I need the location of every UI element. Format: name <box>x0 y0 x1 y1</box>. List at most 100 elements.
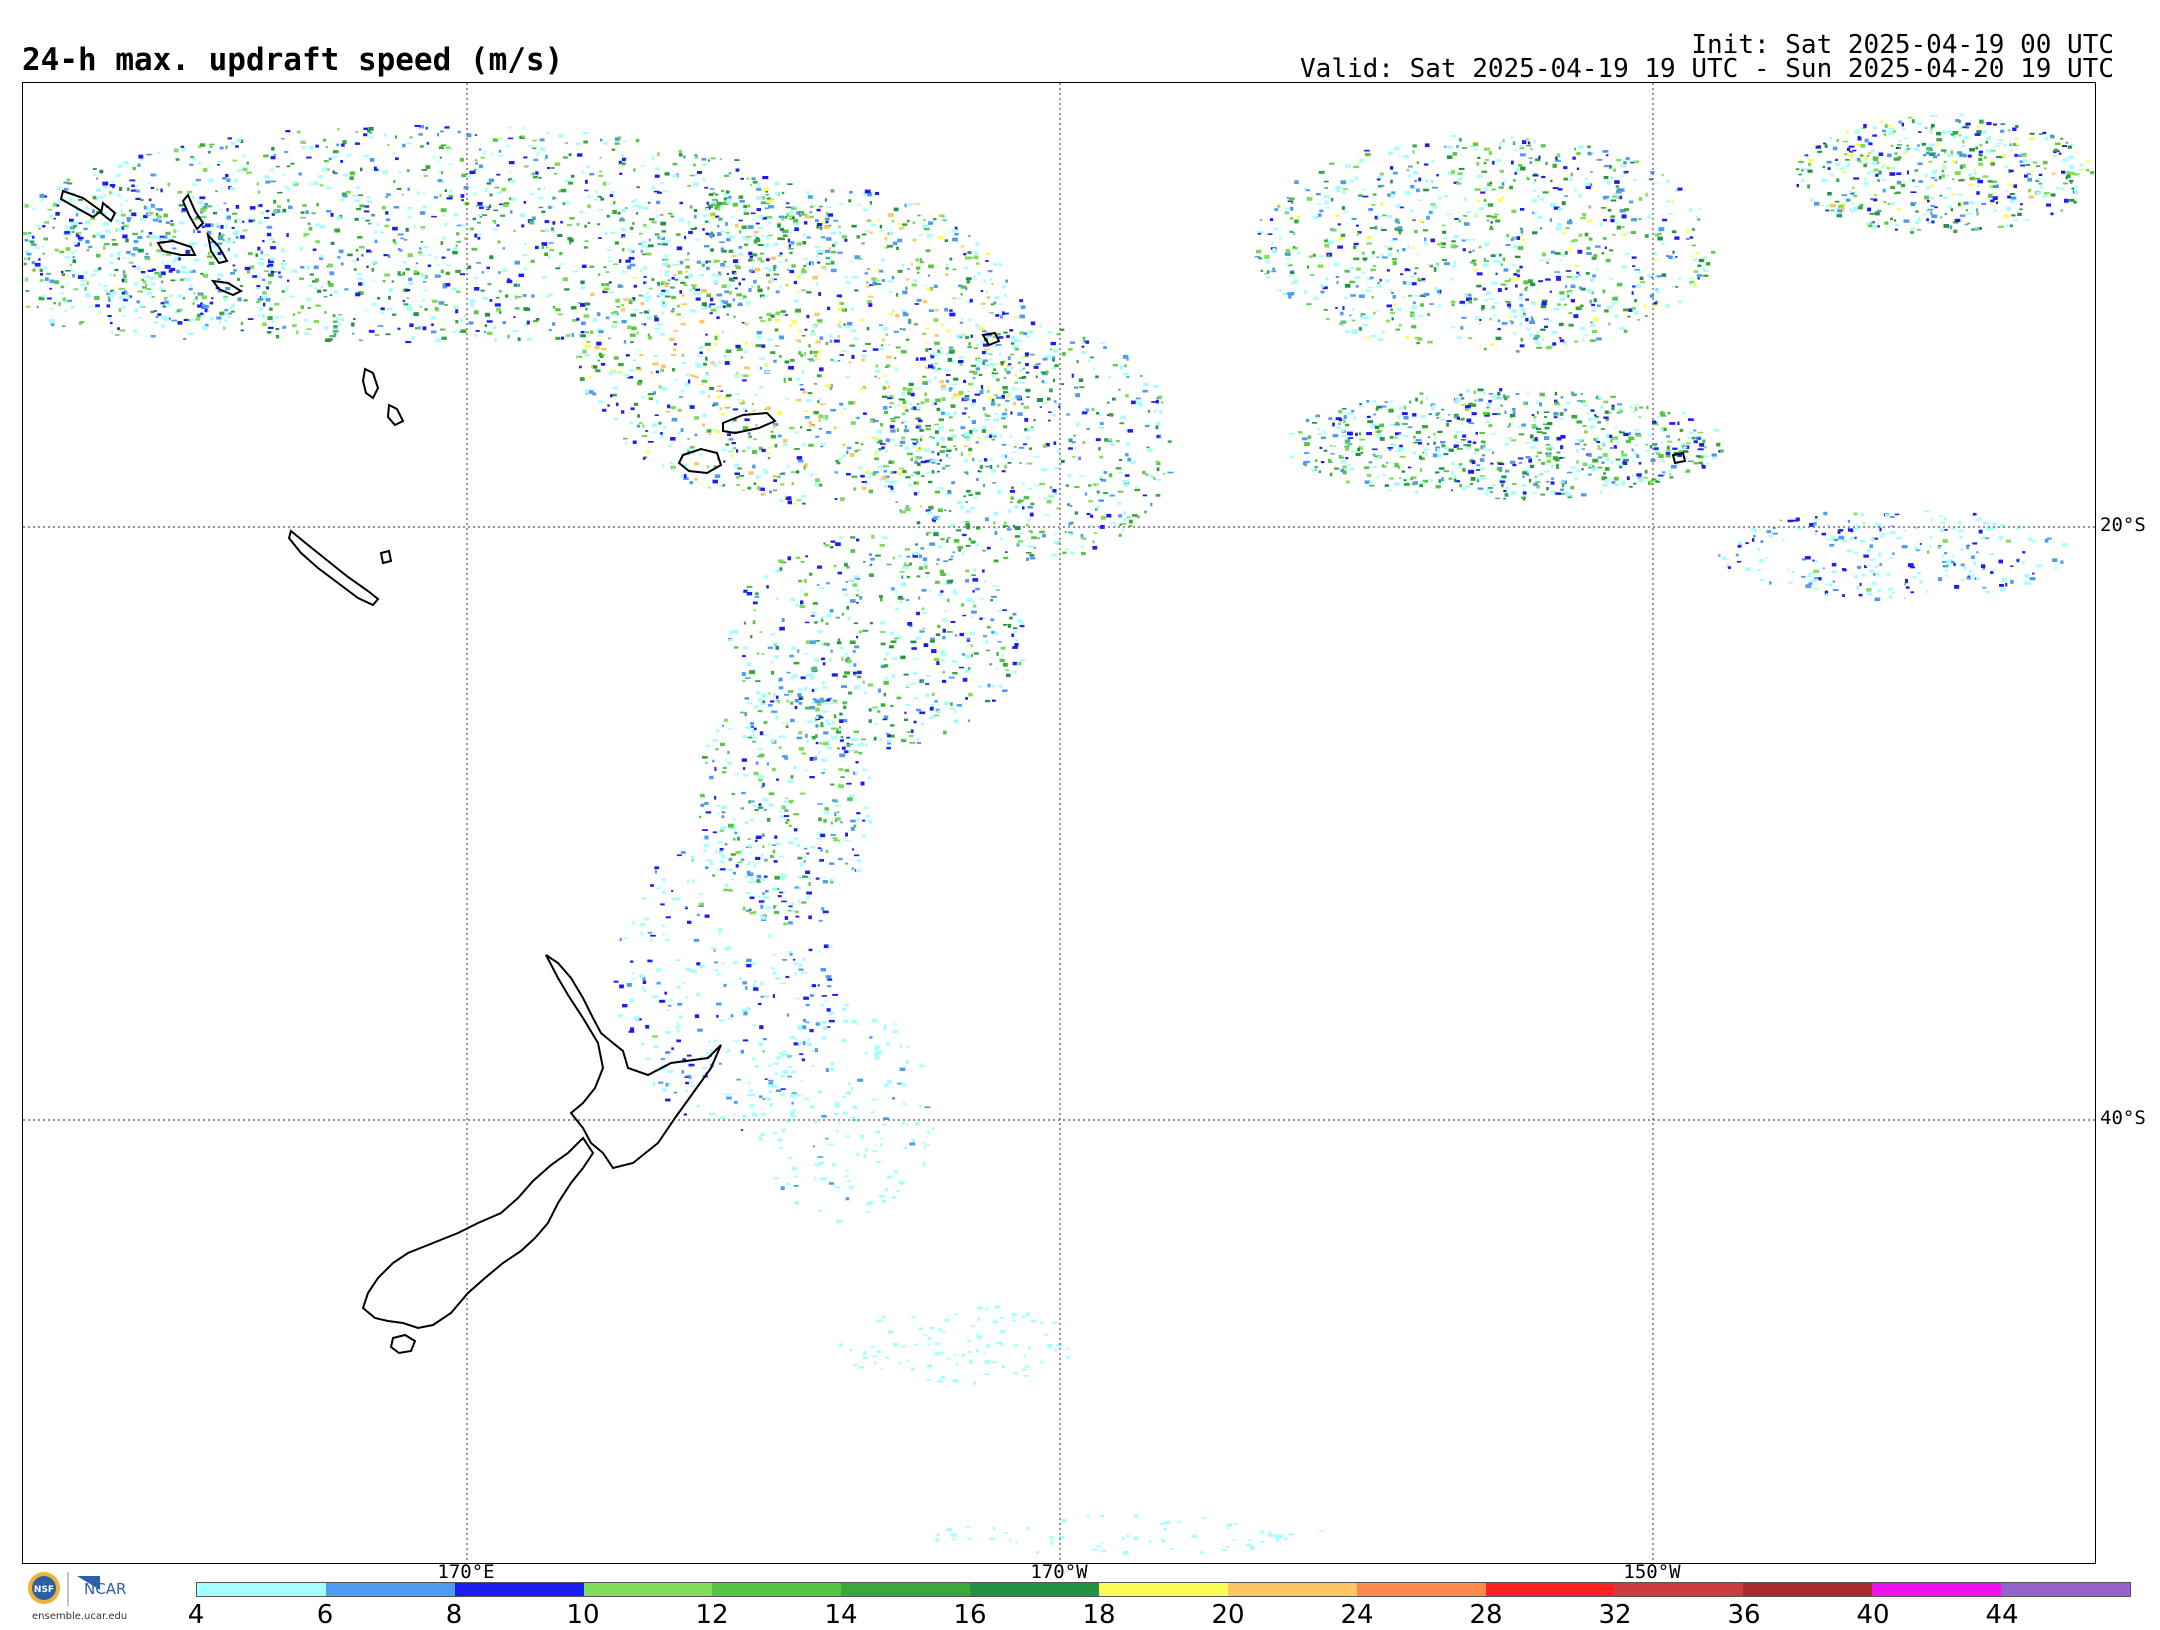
updraft-cell <box>750 184 752 186</box>
updraft-cell <box>1028 506 1034 509</box>
updraft-cell <box>773 243 778 246</box>
updraft-cell <box>968 319 971 322</box>
updraft-cell <box>1497 392 1500 396</box>
updraft-cell <box>760 253 764 255</box>
updraft-cell <box>752 403 754 405</box>
updraft-cell <box>1587 289 1592 293</box>
updraft-cell <box>1479 246 1482 249</box>
updraft-cell <box>1369 461 1373 463</box>
updraft-cell <box>331 242 335 245</box>
updraft-cell <box>1918 219 1921 222</box>
updraft-cell <box>1466 389 1470 392</box>
updraft-cell <box>729 438 734 440</box>
updraft-cell <box>971 404 976 406</box>
updraft-cell <box>1582 213 1586 217</box>
updraft-cell <box>961 318 964 320</box>
updraft-cell <box>954 233 958 236</box>
updraft-cell <box>1977 125 1980 129</box>
updraft-cell <box>1969 201 1975 204</box>
updraft-cell <box>968 453 971 456</box>
updraft-cell <box>1123 511 1126 515</box>
updraft-cell <box>733 298 735 301</box>
map-panel[interactable] <box>22 82 2096 1564</box>
updraft-cell <box>979 374 983 376</box>
updraft-cell <box>1147 448 1152 452</box>
updraft-cell <box>1975 178 1979 180</box>
updraft-cell <box>532 148 536 150</box>
updraft-cell <box>958 360 964 363</box>
updraft-cell <box>1488 203 1493 207</box>
updraft-cell <box>639 295 643 297</box>
updraft-cell <box>727 273 729 275</box>
updraft-cell <box>1529 479 1531 483</box>
updraft-cell <box>490 299 493 302</box>
updraft-cell <box>1931 124 1935 128</box>
updraft-cell <box>977 437 981 439</box>
updraft-cell <box>744 418 749 421</box>
updraft-cell <box>820 336 824 340</box>
updraft-cell <box>1493 315 1496 317</box>
updraft-cell <box>1354 176 1358 179</box>
updraft-cell <box>329 158 332 161</box>
updraft-cell <box>456 232 459 235</box>
updraft-cell <box>411 336 415 340</box>
updraft-cell <box>965 256 970 259</box>
updraft-cell <box>951 383 957 385</box>
updraft-cell <box>1319 470 1321 473</box>
updraft-cell <box>580 211 584 214</box>
updraft-cell <box>932 470 935 474</box>
updraft-cell <box>102 182 108 186</box>
updraft-cell <box>1352 331 1358 335</box>
updraft-cell <box>1616 190 1622 194</box>
updraft-cell <box>757 285 760 288</box>
updraft-cell <box>942 467 946 469</box>
updraft-cell <box>1119 534 1122 537</box>
updraft-cell <box>356 273 362 275</box>
updraft-cell <box>1576 272 1579 274</box>
updraft-cell <box>965 395 970 397</box>
updraft-cell <box>1010 411 1012 414</box>
updraft-cell <box>699 346 704 350</box>
updraft-cell <box>1492 216 1497 219</box>
updraft-cell <box>564 288 569 290</box>
updraft-cell <box>1037 398 1043 402</box>
updraft-cell <box>1555 252 1561 255</box>
updraft-cell <box>1439 479 1441 483</box>
updraft-cell <box>1821 204 1825 206</box>
updraft-cell <box>945 264 949 266</box>
updraft-cell <box>1392 258 1397 261</box>
updraft-cell <box>262 291 267 295</box>
updraft-cell <box>1075 393 1080 397</box>
updraft-cell <box>1586 186 1591 189</box>
updraft-cell <box>897 428 899 432</box>
updraft-cell <box>292 324 297 327</box>
updraft-cell <box>1836 178 1839 182</box>
updraft-cell <box>377 223 379 226</box>
updraft-cell <box>873 348 879 351</box>
updraft-cell <box>355 218 359 221</box>
updraft-cell <box>441 241 444 245</box>
updraft-cell <box>892 220 894 223</box>
updraft-cell <box>2055 143 2061 145</box>
updraft-cell <box>905 204 907 208</box>
updraft-cell <box>1509 423 1511 426</box>
updraft-cell <box>291 269 297 272</box>
updraft-cell <box>910 474 914 477</box>
updraft-cell <box>809 211 812 213</box>
updraft-cell <box>1505 493 1509 497</box>
updraft-cell <box>938 487 944 489</box>
updraft-cell <box>1616 221 1620 223</box>
updraft-cell <box>785 259 787 262</box>
updraft-cell <box>2052 173 2056 175</box>
updraft-cell <box>1413 442 1418 444</box>
updraft-cell <box>1264 255 1269 259</box>
updraft-cell <box>1405 269 1411 271</box>
updraft-cell <box>41 199 44 201</box>
updraft-cell <box>1619 327 1624 330</box>
updraft-cell <box>1610 439 1612 443</box>
updraft-cell <box>1540 393 1545 397</box>
updraft-cell <box>1490 318 1492 321</box>
updraft-cell <box>762 176 768 179</box>
updraft-cell <box>968 235 971 237</box>
updraft-cell <box>215 250 219 252</box>
